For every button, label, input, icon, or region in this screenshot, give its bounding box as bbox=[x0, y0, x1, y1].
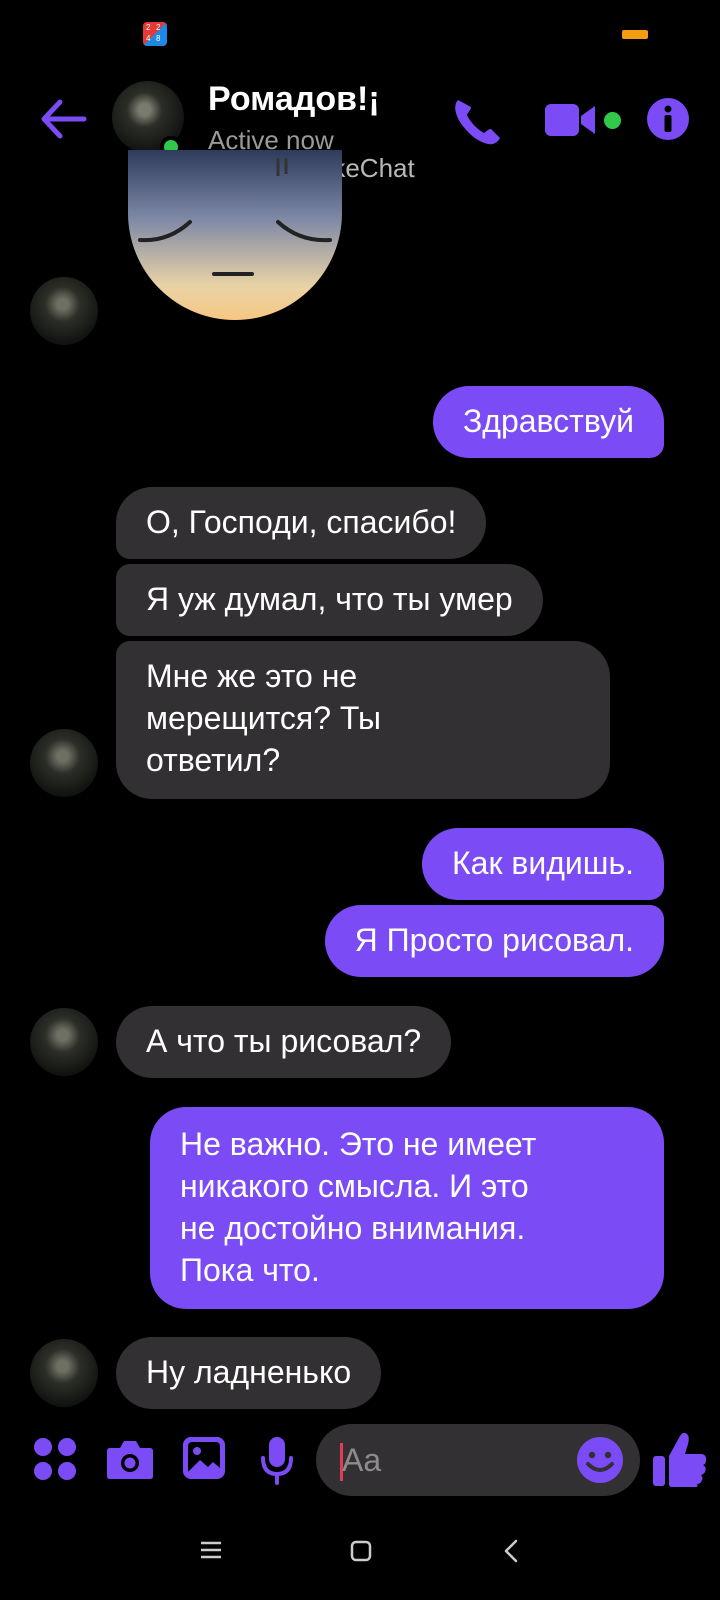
sticker-sad-face[interactable] bbox=[128, 150, 342, 320]
status-app-icon: 22 48 bbox=[143, 22, 167, 46]
microphone-icon[interactable] bbox=[260, 1436, 294, 1486]
sad-face-icon bbox=[138, 158, 332, 276]
back-arrow-icon[interactable] bbox=[38, 96, 88, 142]
message-input-placeholder: Aa bbox=[342, 1442, 382, 1478]
message-bubble-outgoing[interactable]: Как видишь. bbox=[422, 828, 664, 900]
message-bubble-outgoing[interactable]: Не важно. Это не имеет никакого смысла. … bbox=[150, 1107, 664, 1309]
back-nav-icon[interactable] bbox=[504, 1539, 518, 1563]
message-bubble-incoming[interactable]: Ну ладненько bbox=[116, 1337, 382, 1409]
camera-icon[interactable] bbox=[106, 1438, 154, 1480]
contact-avatar-small[interactable] bbox=[30, 729, 98, 797]
thumbs-up-icon[interactable] bbox=[652, 1430, 708, 1488]
message-bubble-incoming[interactable]: Мне же это не мерещится? Ты ответил? bbox=[116, 641, 610, 799]
message-bubble-incoming[interactable]: А что ты рисовал? bbox=[116, 1006, 452, 1078]
contact-avatar-small[interactable] bbox=[30, 1008, 98, 1076]
message-bubble-outgoing[interactable]: Здравствуй bbox=[432, 386, 664, 458]
emoji-icon[interactable] bbox=[576, 1436, 624, 1484]
message-bubble-incoming[interactable]: О, Господи, спасибо! bbox=[116, 487, 487, 559]
gallery-image-icon[interactable] bbox=[182, 1436, 226, 1480]
info-icon[interactable] bbox=[646, 97, 690, 141]
recent-apps-icon[interactable] bbox=[200, 1540, 222, 1560]
home-icon[interactable] bbox=[350, 1540, 372, 1562]
contact-avatar-small[interactable] bbox=[30, 277, 98, 345]
contact-avatar-small[interactable] bbox=[30, 1339, 98, 1407]
message-bubble-incoming[interactable]: Я уж думал, что ты умер bbox=[116, 564, 543, 636]
message-bubble-outgoing[interactable]: Я Просто рисовал. bbox=[324, 905, 664, 977]
phone-call-icon[interactable] bbox=[450, 94, 504, 148]
video-active-dot bbox=[604, 112, 621, 129]
video-call-icon[interactable] bbox=[545, 100, 597, 140]
apps-menu-icon[interactable] bbox=[32, 1436, 78, 1482]
battery-icon bbox=[622, 30, 648, 39]
contact-name[interactable]: Ромадов!¡ bbox=[208, 80, 380, 119]
